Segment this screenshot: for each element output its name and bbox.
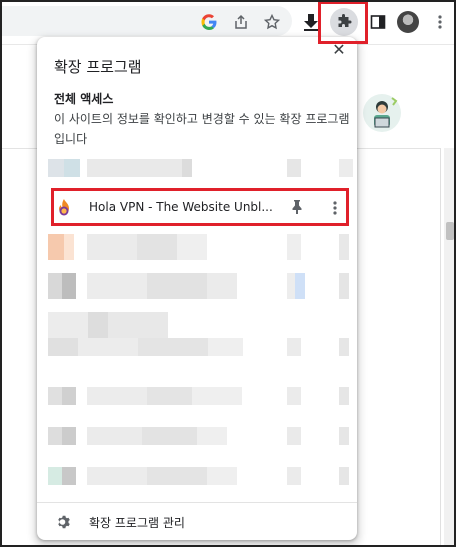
blurred-extension-row xyxy=(37,387,357,405)
manage-extensions-label: 확장 프로그램 관리 xyxy=(89,516,185,530)
page-scrollbar[interactable] xyxy=(444,148,456,547)
share-icon[interactable] xyxy=(231,12,251,32)
extensions-highlight-box xyxy=(318,1,368,44)
gear-icon xyxy=(56,514,72,530)
extensions-popup: 확장 프로그램 ✕ 전체 액세스 이 사이트의 정보를 확인하고 변경할 수 있… xyxy=(37,37,357,540)
popup-title: 확장 프로그램 xyxy=(54,58,142,76)
google-icon[interactable] xyxy=(199,12,219,32)
blurred-extension-row xyxy=(37,273,357,299)
blurred-extension-row xyxy=(37,338,357,356)
page-border xyxy=(440,148,441,547)
profile-avatar[interactable] xyxy=(397,11,419,33)
full-access-heading: 전체 액세스 xyxy=(54,92,114,106)
blurred-extension-row xyxy=(37,234,357,260)
star-icon[interactable] xyxy=(262,12,282,32)
menu-icon[interactable] xyxy=(430,12,450,32)
full-access-description: 이 사이트의 정보를 확인하고 변경할 수 있는 확장 프로그램입니다 xyxy=(54,112,350,146)
page-scrollbar-thumb[interactable] xyxy=(446,222,454,240)
blurred-extension-row xyxy=(37,467,357,485)
hola-highlight-box xyxy=(51,188,349,226)
blurred-extension-row xyxy=(37,159,357,177)
manage-extensions-button[interactable]: 확장 프로그램 관리 xyxy=(37,502,357,540)
page-profile-illustration xyxy=(363,94,401,132)
blurred-extension-row xyxy=(37,427,357,445)
blurred-extension-row xyxy=(37,312,357,338)
sidepanel-icon[interactable] xyxy=(368,12,388,32)
